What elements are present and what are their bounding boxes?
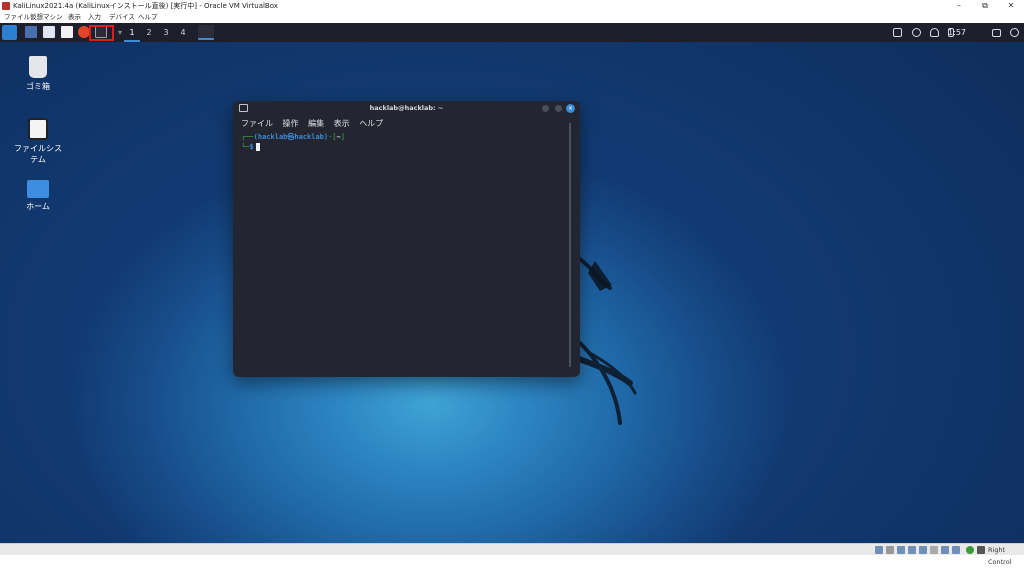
virtualbox-app-icon [2, 2, 10, 10]
terminal-menu-edit[interactable]: 編集 [308, 119, 324, 128]
desktop-icon-home[interactable]: ホーム [8, 180, 68, 212]
terminal-menu-file[interactable]: ファイル [241, 119, 273, 128]
optical-drive-status-icon[interactable] [886, 546, 894, 554]
desktop-icon-label: ファイルシス テム [14, 144, 62, 164]
text-cursor [255, 143, 260, 151]
trash-icon [29, 56, 47, 78]
terminal-prompt[interactable]: ┌──(hacklab㉿hacklab)-[~] └─$ [241, 132, 345, 152]
desktop-icon-label: ゴミ箱 [26, 82, 50, 91]
notification-bell-icon[interactable] [930, 28, 939, 37]
restore-button[interactable]: ⧉ [972, 0, 998, 12]
terminal-launcher-highlight [89, 25, 114, 41]
virtualbox-title-bar: KaliLinux2021.4a (KaliLinuxインストール直後) [実行… [0, 0, 1024, 12]
terminal-close-button[interactable]: × [566, 104, 575, 113]
terminal-title: hacklab@hacklab: ~ [369, 104, 444, 112]
desktop-icon-trash[interactable]: ゴミ箱 [8, 56, 68, 92]
network-status-icon[interactable] [908, 546, 916, 554]
kali-desktop: ▾ 1 2 3 4 1:57 ゴミ箱 ファイルシス テム ホーム hacklab… [0, 23, 1024, 543]
desktop-icon-label: ホーム [26, 202, 50, 211]
text-editor-icon[interactable] [61, 26, 73, 38]
drive-icon [28, 118, 48, 140]
terminal-menu-view[interactable]: 表示 [334, 119, 350, 128]
logout-icon[interactable] [1010, 28, 1019, 37]
menu-help[interactable]: ヘルプ [138, 12, 158, 23]
home-folder-icon [27, 180, 49, 198]
menu-devices[interactable]: デバイス [109, 12, 135, 23]
taskbar-terminal-window[interactable] [198, 25, 214, 40]
display-status-icon[interactable] [941, 546, 949, 554]
kali-menu-button[interactable] [2, 25, 17, 40]
display-tray-icon[interactable] [893, 28, 902, 37]
terminal-maximize-button[interactable] [555, 105, 562, 112]
prompt-bracket-open: -[ [328, 133, 337, 141]
virtualbox-menu-bar: ファイル 仮想マシン 表示 入力 デバイス ヘルプ [0, 12, 1024, 23]
prompt-line-prefix: ┌── [241, 133, 254, 141]
network-tray-icon[interactable] [912, 28, 921, 37]
launcher-dropdown-icon[interactable]: ▾ [118, 23, 122, 42]
host-key-label: Right Control [988, 546, 1012, 566]
terminal-scrollbar[interactable] [569, 123, 571, 367]
menu-view[interactable]: 表示 [68, 12, 81, 23]
workspace-1[interactable]: 1 [124, 23, 140, 42]
workspace-2[interactable]: 2 [141, 23, 157, 42]
prompt-user-host: (hacklab㉿hacklab) [253, 133, 329, 141]
top-panel: ▾ 1 2 3 4 1:57 [0, 23, 1024, 42]
show-desktop-icon[interactable] [25, 26, 37, 38]
terminal-menu-actions[interactable]: 操作 [283, 119, 299, 128]
hard-disk-status-icon[interactable] [875, 546, 883, 554]
prompt-bracket-close: ] [340, 133, 345, 141]
terminal-menu-help[interactable]: ヘルプ [359, 119, 383, 128]
terminal-window[interactable]: hacklab@hacklab: ~ × ファイル 操作 編集 表示 ヘルプ ┌… [233, 101, 580, 377]
menu-file[interactable]: ファイル [4, 12, 30, 23]
window-title: KaliLinux2021.4a (KaliLinuxインストール直後) [実行… [13, 2, 278, 10]
terminal-minimize-button[interactable] [542, 105, 549, 112]
desktop-icon-filesystem[interactable]: ファイルシス テム [8, 118, 68, 165]
menu-input[interactable]: 入力 [88, 12, 101, 23]
menu-machine[interactable]: 仮想マシン [30, 12, 63, 23]
audio-status-icon[interactable] [897, 546, 905, 554]
terminal-menu-bar: ファイル 操作 編集 表示 ヘルプ [241, 118, 390, 129]
file-manager-icon[interactable] [43, 26, 55, 38]
minimize-button[interactable]: – [946, 0, 972, 12]
virtualbox-status-bar: Right Control [0, 543, 1024, 566]
panel-clock[interactable]: 1:57 [948, 23, 966, 42]
cpu-status-icon[interactable] [966, 546, 974, 554]
lock-screen-icon[interactable] [992, 29, 1001, 37]
workspace-3[interactable]: 3 [158, 23, 174, 42]
terminal-title-bar[interactable]: hacklab@hacklab: ~ × [233, 101, 580, 115]
prompt-symbol: $ [249, 143, 254, 151]
workspace-4[interactable]: 4 [175, 23, 191, 42]
recording-status-icon[interactable] [952, 546, 960, 554]
usb-status-icon[interactable] [919, 546, 927, 554]
close-button[interactable]: ✕ [998, 0, 1024, 12]
keyboard-capture-icon[interactable] [977, 546, 985, 554]
shared-folders-status-icon[interactable] [930, 546, 938, 554]
